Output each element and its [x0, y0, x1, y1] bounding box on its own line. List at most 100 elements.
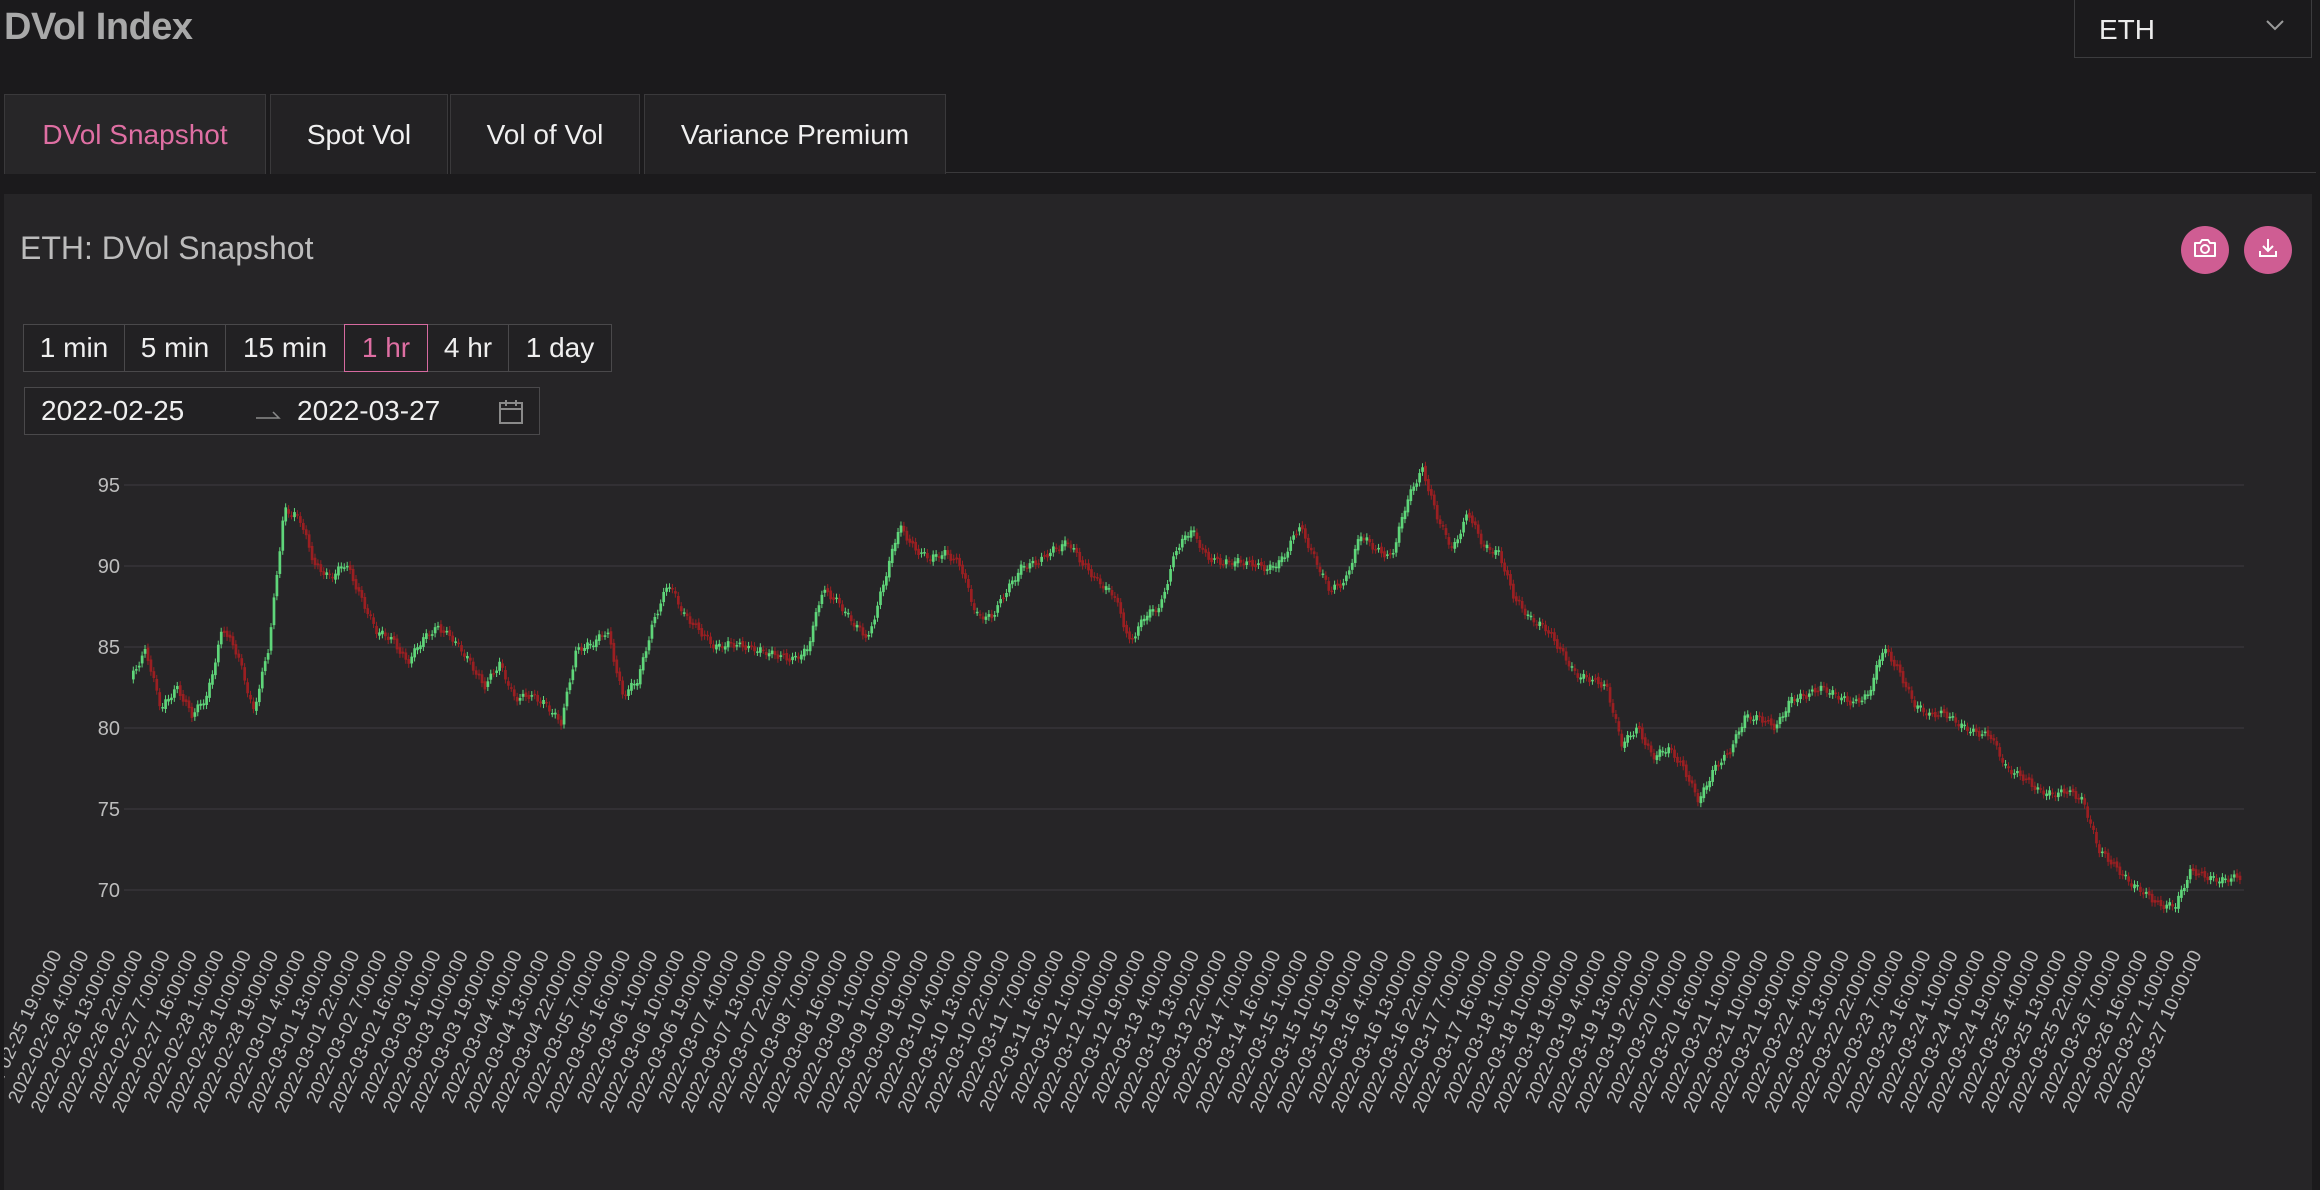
candle-body: [1438, 519, 1442, 525]
candle-body: [1778, 717, 1782, 725]
candle-body: [1482, 544, 1486, 547]
candle-body: [1403, 510, 1407, 520]
candle-body: [726, 641, 730, 648]
candle-body: [345, 565, 349, 568]
candle-body: [931, 554, 935, 562]
candle-body: [1268, 564, 1272, 570]
candle-body: [2147, 891, 2151, 896]
candle-body: [1383, 551, 1386, 558]
candle-body: [2095, 831, 2098, 844]
candle-body: [1371, 543, 1375, 550]
candle-body: [1933, 711, 1937, 718]
candle-body: [2059, 789, 2063, 793]
candle-body: [1807, 693, 1811, 697]
candle-body: [1995, 741, 1999, 746]
candle-body: [934, 554, 938, 557]
candle-body: [1500, 551, 1504, 564]
candle-body: [2197, 873, 2201, 876]
candle-body: [2212, 876, 2215, 878]
candle-body: [568, 682, 572, 691]
candle-body: [214, 662, 217, 676]
candle-body: [1002, 597, 1005, 600]
tab-variance-premium[interactable]: Variance Premium: [644, 94, 946, 174]
candle-body: [2106, 852, 2110, 862]
candle-body: [398, 647, 402, 654]
tab-vol-of-vol[interactable]: Vol of Vol: [450, 94, 640, 174]
candle-body: [1708, 780, 1712, 788]
candle-body: [1093, 576, 1096, 578]
candle-body: [647, 640, 651, 651]
candle-body: [583, 648, 586, 651]
candle-body: [1128, 631, 1131, 640]
candle-body: [2188, 869, 2192, 880]
candle-body: [1204, 549, 1208, 553]
candle-body: [425, 633, 428, 639]
candle-body: [2206, 876, 2210, 881]
candle-body: [779, 655, 783, 657]
candle-body: [184, 699, 188, 703]
candle-body: [785, 653, 789, 661]
candle-body: [1523, 608, 1527, 616]
candle-body: [586, 642, 589, 650]
candle-body: [1447, 537, 1451, 545]
candle-body: [316, 563, 320, 566]
candle-body: [381, 630, 384, 635]
candle-body: [2218, 881, 2221, 884]
candle-body: [709, 636, 712, 644]
candle-body: [1233, 561, 1237, 567]
interval-1-hr[interactable]: 1 hr: [344, 324, 428, 372]
candle-body: [1687, 775, 1691, 782]
asset-select[interactable]: ETH: [2074, 0, 2312, 58]
candle-body: [427, 634, 431, 637]
candle-body: [1658, 749, 1662, 757]
candle-body: [255, 701, 258, 711]
candle-body: [2133, 884, 2136, 889]
candle-body: [1391, 552, 1395, 555]
candle-body: [167, 698, 170, 702]
candle-body: [293, 512, 296, 518]
candle-body: [969, 589, 973, 602]
candle-body: [1353, 548, 1357, 564]
candle-body: [1664, 752, 1668, 754]
candle-body: [565, 691, 569, 707]
candle-body: [1468, 512, 1471, 518]
candle-body: [1517, 599, 1521, 602]
candle-body: [870, 626, 874, 634]
candle-body: [1784, 711, 1788, 718]
candle-body: [1916, 705, 1920, 709]
tab-spot-vol[interactable]: Spot Vol: [270, 94, 448, 174]
candle-body: [615, 659, 619, 674]
candle-body: [1219, 558, 1222, 565]
candle-body: [1769, 718, 1773, 726]
candle-body: [817, 605, 821, 613]
candle-body: [1986, 730, 1990, 737]
candle-body: [1992, 738, 1996, 741]
candle-body: [882, 584, 885, 593]
candle-body: [1547, 630, 1550, 634]
candle-body: [990, 613, 994, 619]
candle-body: [1734, 734, 1738, 744]
candle-body: [902, 525, 906, 532]
candle-body: [1028, 563, 1032, 569]
candle-body: [1488, 547, 1492, 551]
candle-body: [1567, 660, 1571, 667]
candle-body: [562, 707, 566, 725]
candle-body: [1989, 734, 1993, 740]
candle-body: [457, 642, 460, 645]
candle-body: [703, 634, 707, 636]
candle-body: [1031, 560, 1035, 564]
candle-body: [773, 651, 777, 656]
candle-body: [1869, 689, 1873, 696]
candle-body: [161, 707, 164, 709]
candle-body: [433, 627, 437, 634]
candle-body: [2130, 883, 2133, 887]
candle-body: [439, 624, 443, 633]
tab-dvol-snapshot[interactable]: DVol Snapshot: [4, 94, 266, 174]
candle-body: [1529, 615, 1533, 618]
candle-body: [1013, 580, 1017, 582]
candle-body: [1022, 566, 1026, 568]
candle-body: [1702, 787, 1706, 799]
candle-body: [1134, 636, 1137, 639]
candle-body: [378, 632, 381, 636]
candle-body: [208, 682, 211, 698]
